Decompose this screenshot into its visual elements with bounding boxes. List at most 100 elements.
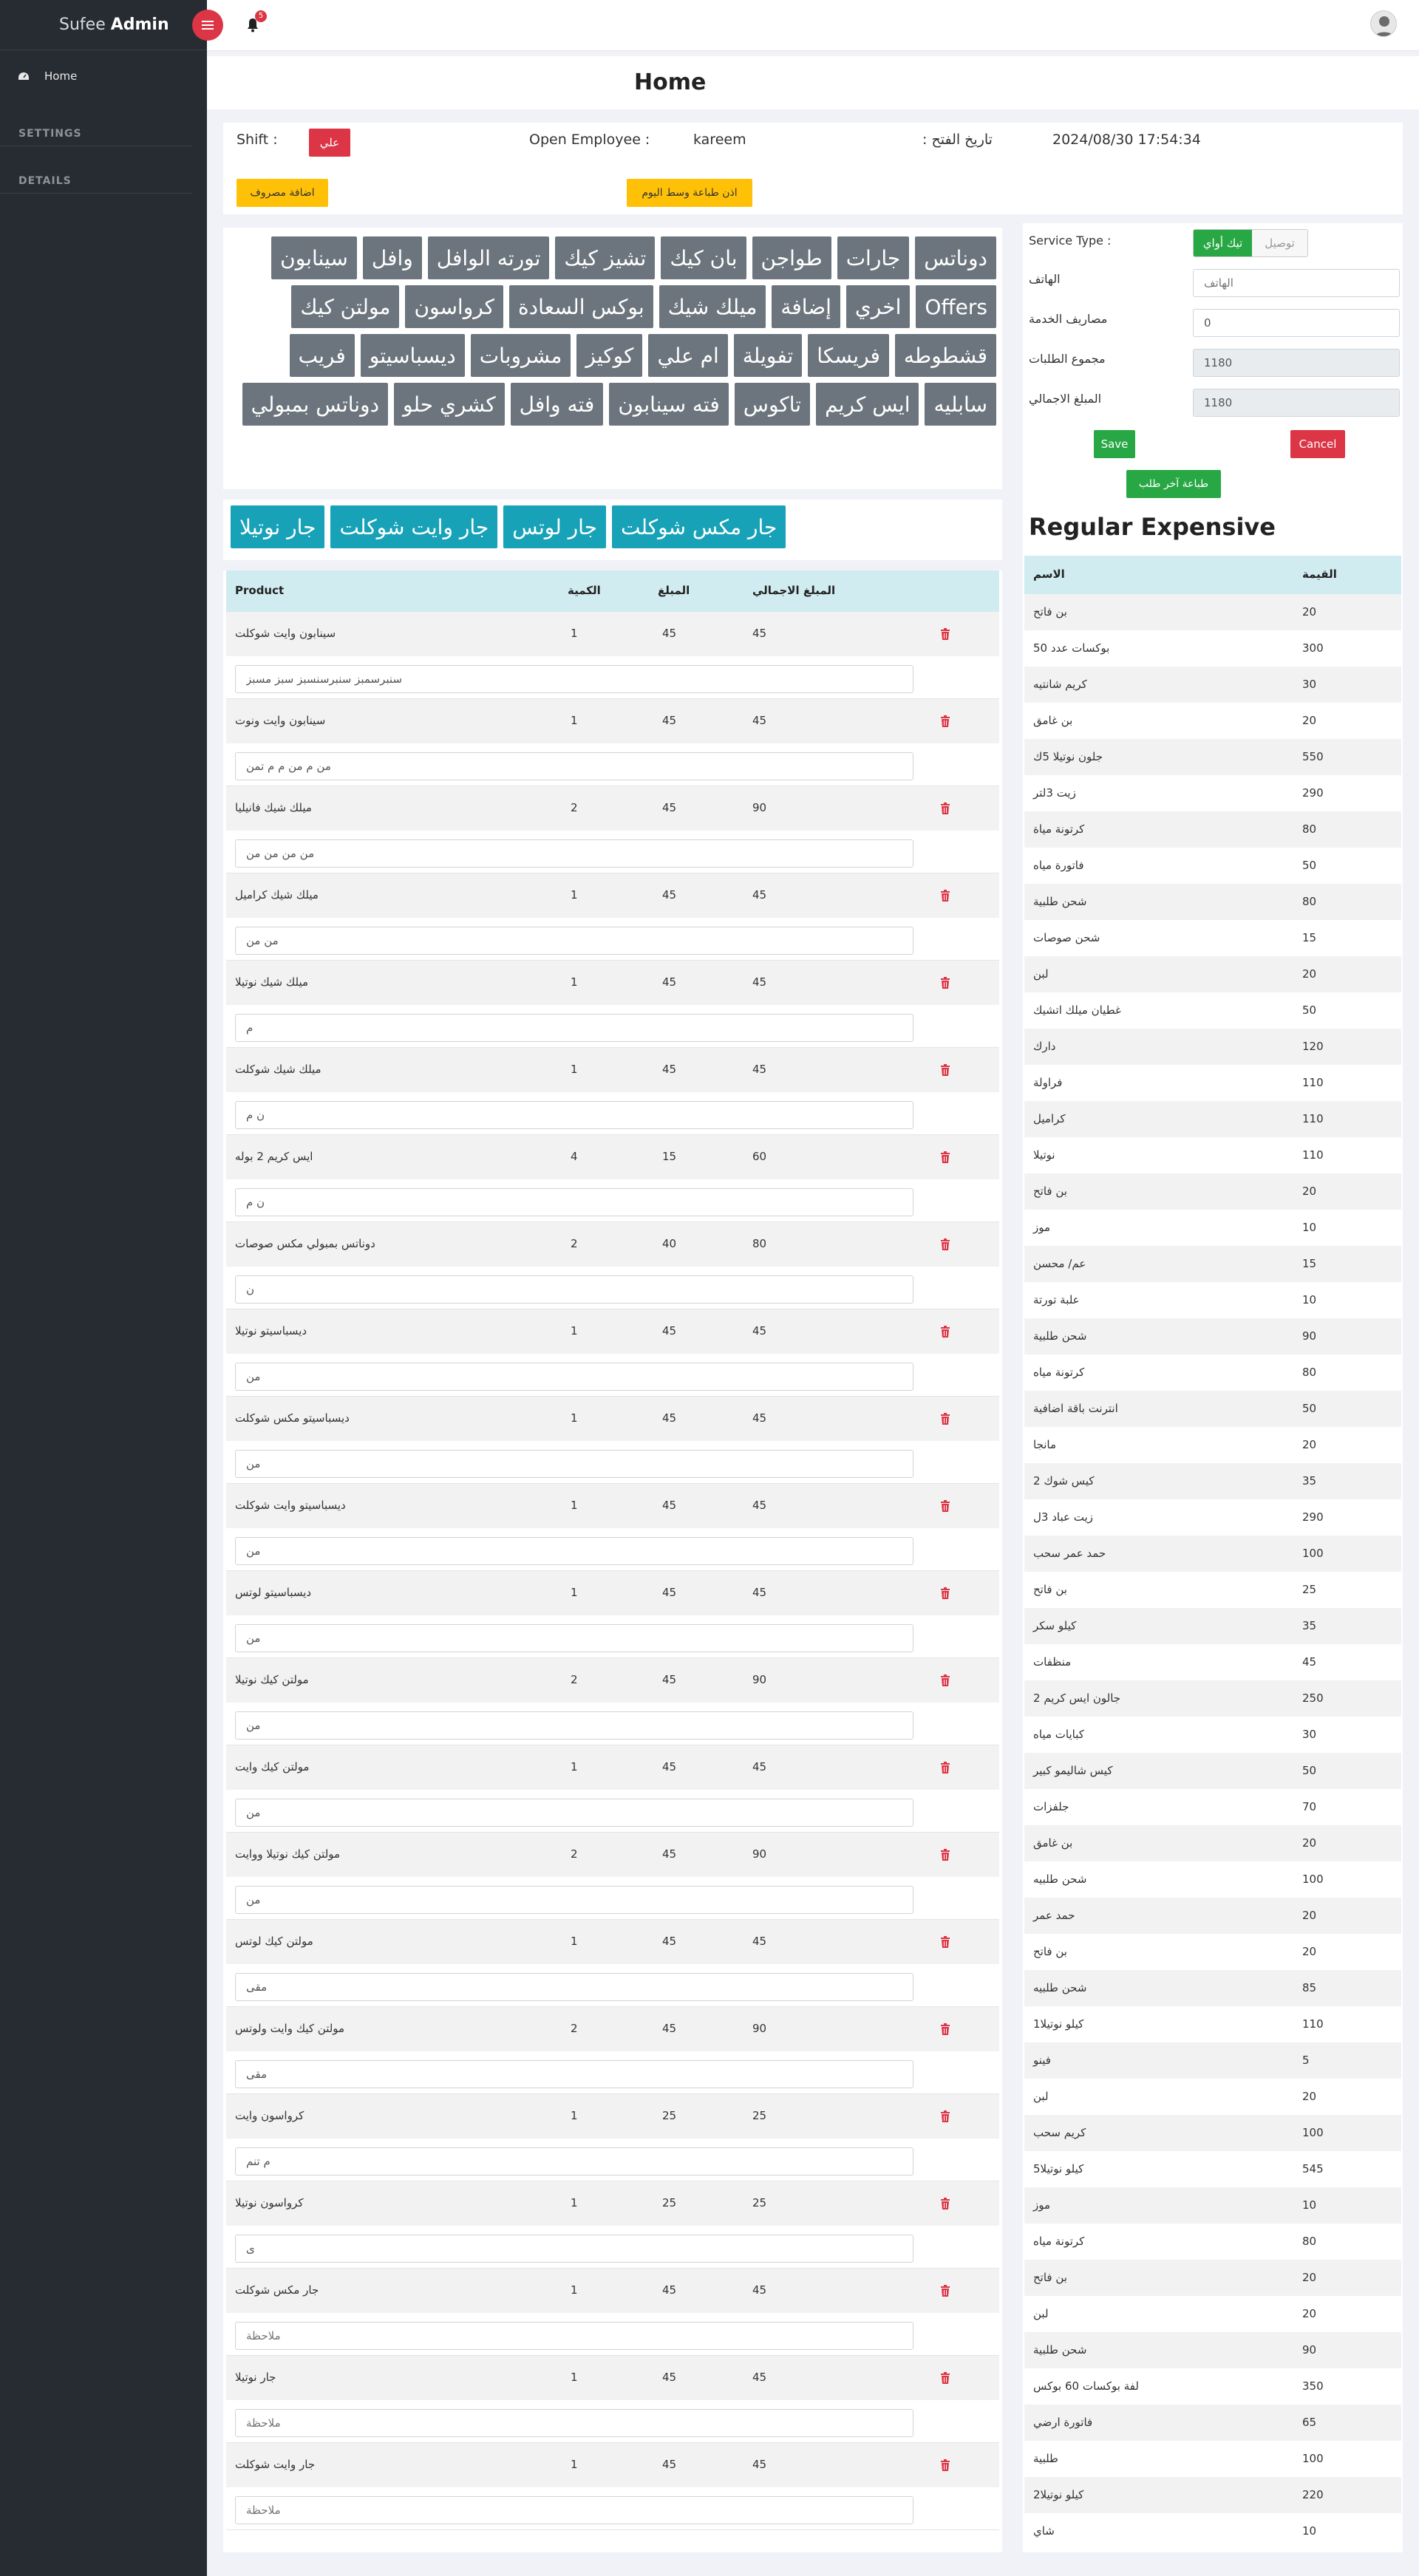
trash-icon[interactable]	[940, 1936, 950, 1948]
category-button[interactable]: مشروبات	[470, 334, 571, 377]
product-button[interactable]: جار لوتس	[503, 505, 606, 548]
category-button[interactable]: وافل	[362, 236, 422, 279]
category-button[interactable]: ميلك شيك	[659, 285, 766, 328]
trash-icon[interactable]	[940, 2198, 950, 2209]
category-button[interactable]: فريسكا	[808, 334, 889, 377]
expense-row: بن غامق 20	[1024, 703, 1401, 739]
note-input[interactable]	[235, 2147, 913, 2175]
note-input[interactable]	[235, 1886, 913, 1914]
product-button[interactable]: جار مكس شوكلت	[612, 505, 786, 548]
note-input[interactable]	[235, 1537, 913, 1565]
print-mid-day-button[interactable]: اذن طباعة وسط اليوم	[627, 179, 752, 207]
category-button[interactable]: سابليه	[925, 383, 996, 426]
service-option-takeaway[interactable]: تيك أواي	[1194, 230, 1252, 256]
category-button[interactable]: كوكيز	[576, 334, 643, 377]
category-button[interactable]: كرواسون	[405, 285, 504, 328]
category-button[interactable]: تفويلة	[733, 334, 803, 377]
trash-icon[interactable]	[940, 1064, 950, 1076]
trash-icon[interactable]	[940, 1326, 950, 1338]
trash-icon[interactable]	[940, 1762, 950, 1773]
brand-logo[interactable]: Sufee Admin	[0, 0, 207, 50]
row-band	[226, 2094, 999, 2139]
product-button[interactable]: جار وايت شوكلت	[330, 505, 498, 548]
category-button[interactable]: بان كيك	[661, 236, 746, 279]
category-button[interactable]: دوناتس بمبولي	[242, 383, 389, 426]
category-button[interactable]: تورته الوافل	[427, 236, 550, 279]
category-button[interactable]: سينابون	[271, 236, 357, 279]
category-button[interactable]: كشري حلو	[394, 383, 505, 426]
category-button[interactable]: قشطوطه	[894, 334, 996, 377]
note-input[interactable]	[235, 1014, 913, 1042]
note-input[interactable]	[235, 1973, 913, 2001]
category-button[interactable]: مولتن كيك	[291, 285, 400, 328]
note-input[interactable]	[235, 1275, 913, 1304]
trash-icon[interactable]	[940, 2459, 950, 2471]
trash-icon[interactable]	[940, 1238, 950, 1250]
expense-row: حمد عمر 20	[1024, 1898, 1401, 1934]
note-input[interactable]	[235, 1624, 913, 1652]
category-button[interactable]: جارات	[837, 236, 910, 279]
note-input[interactable]	[235, 1799, 913, 1827]
category-button[interactable]: فته وافل	[510, 383, 604, 426]
service-option-delivery[interactable]: توصيل	[1251, 230, 1307, 256]
sidebar-item-home[interactable]: Home	[0, 58, 207, 95]
note-input[interactable]	[235, 2235, 913, 2263]
add-expense-button[interactable]: اضافة مصروف	[236, 179, 328, 207]
note-input[interactable]	[235, 1363, 913, 1391]
note-input[interactable]	[235, 752, 913, 780]
table-row: مولتن كيك لوتس 1 45 45	[226, 1920, 999, 2007]
note-input[interactable]	[235, 665, 913, 693]
phone-input[interactable]	[1193, 269, 1400, 297]
category-button[interactable]: تاكوس	[734, 383, 811, 426]
trash-icon[interactable]	[940, 1151, 950, 1163]
category-button[interactable]: ايس كريم	[816, 383, 919, 426]
trash-icon[interactable]	[940, 2110, 950, 2122]
note-input[interactable]	[235, 2060, 913, 2088]
category-button[interactable]: اخري	[845, 285, 911, 328]
trash-icon[interactable]	[940, 2023, 950, 2035]
note-input[interactable]	[235, 2496, 913, 2524]
note-input[interactable]	[235, 2322, 913, 2350]
note-input[interactable]	[235, 1711, 913, 1740]
category-button[interactable]: تشيز كيك	[555, 236, 656, 279]
col-price: المبلغ	[658, 584, 690, 597]
product-button[interactable]: جار نوتيلا	[231, 505, 325, 548]
note-input[interactable]	[235, 2409, 913, 2437]
category-button[interactable]: فريب	[289, 334, 355, 377]
note-input[interactable]	[235, 927, 913, 955]
trash-icon[interactable]	[940, 1500, 950, 1512]
note-input[interactable]	[235, 1101, 913, 1129]
note-input[interactable]	[235, 839, 913, 868]
product-total: 90	[752, 1847, 767, 1861]
trash-icon[interactable]	[940, 803, 950, 814]
trash-icon[interactable]	[940, 628, 950, 640]
trash-icon[interactable]	[940, 2372, 950, 2384]
category-button[interactable]: بوكس السعادة	[509, 285, 653, 328]
save-button[interactable]: Save	[1094, 430, 1135, 458]
user-avatar[interactable]	[1370, 10, 1397, 37]
expense-name: شحن صوصات	[1033, 931, 1100, 944]
trash-icon[interactable]	[940, 715, 950, 727]
note-input[interactable]	[235, 1450, 913, 1478]
cancel-button[interactable]: Cancel	[1290, 430, 1345, 458]
table-row: ديسباسيتو وايت شوكلت 1 45 45	[226, 1484, 999, 1571]
trash-icon[interactable]	[940, 1413, 950, 1425]
trash-icon[interactable]	[940, 977, 950, 989]
trash-icon[interactable]	[940, 1587, 950, 1599]
category-button[interactable]: طواجن	[752, 236, 831, 279]
expense-name: شحن طلبية	[1033, 895, 1087, 908]
print-last-order-button[interactable]: طباعة آخر طلب	[1126, 470, 1221, 498]
category-button[interactable]: إضافة	[772, 285, 840, 328]
trash-icon[interactable]	[940, 2285, 950, 2297]
category-button[interactable]: دوناتس	[915, 236, 996, 279]
category-button[interactable]: ديسباسيتو	[360, 334, 465, 377]
service-fee-input[interactable]	[1193, 309, 1400, 337]
menu-toggle-button[interactable]	[192, 10, 223, 41]
trash-icon[interactable]	[940, 1849, 950, 1861]
trash-icon[interactable]	[940, 890, 950, 902]
category-button[interactable]: فته سينابون	[609, 383, 729, 426]
note-input[interactable]	[235, 1188, 913, 1216]
category-button[interactable]: ام علي	[648, 334, 728, 377]
category-button[interactable]: Offers	[916, 285, 996, 328]
trash-icon[interactable]	[940, 1674, 950, 1686]
